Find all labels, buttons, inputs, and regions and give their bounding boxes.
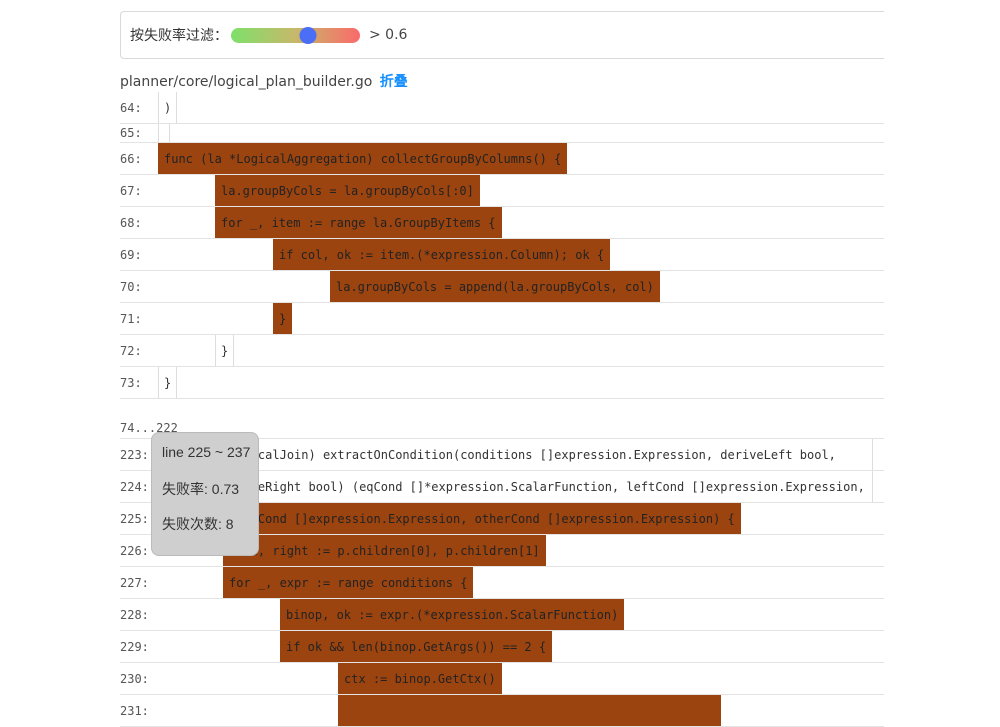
- tooltip-fail-count: 失败次数: 8: [162, 516, 234, 532]
- code-line: 227: for _, expr := range conditions {: [120, 567, 884, 599]
- code-line: 66: func (la *LogicalAggregation) collec…: [120, 143, 884, 175]
- line-number: 66:: [120, 151, 142, 166]
- file-path: planner/core/logical_plan_builder.go: [120, 74, 373, 90]
- line-number: 71:: [120, 311, 142, 326]
- code-line: 67: la.groupByCols = la.groupByCols[:0]: [120, 175, 884, 207]
- line-number: 231:: [120, 703, 149, 718]
- line-code: for _, expr := range conditions {: [223, 567, 474, 598]
- code-line: 68: for _, item := range la.GroupByItems…: [120, 207, 884, 239]
- line-number: 69:: [120, 247, 142, 262]
- line-number: 225:: [120, 511, 149, 526]
- code-view: 64: ) 65: 66: func (la *LogicalAggregati…: [120, 92, 884, 727]
- line-number: 229:: [120, 639, 149, 654]
- line-code: [338, 695, 721, 726]
- code-line: 228: binop, ok := expr.(*expression.Scal…: [120, 599, 884, 631]
- filter-label: 按失败率过滤：: [130, 28, 228, 44]
- line-number: 227:: [120, 575, 149, 590]
- code-line: 71: }: [120, 303, 884, 335]
- line-number: 68:: [120, 215, 142, 230]
- line-code: if col, ok := item.(*expression.Column);…: [273, 239, 611, 270]
- line-code: if ok && len(binop.GetArgs()) == 2 {: [280, 631, 553, 662]
- code-line: 229: if ok && len(binop.GetArgs()) == 2 …: [120, 631, 884, 663]
- code-line: 70: la.groupByCols = append(la.groupByCo…: [120, 271, 884, 303]
- slider-thumb[interactable]: [299, 26, 317, 44]
- line-code: }: [273, 303, 293, 334]
- line-number: 228:: [120, 607, 149, 622]
- line-code: func (p *LogicalJoin) extractOnCondition…: [158, 439, 873, 470]
- line-number: 73:: [120, 375, 142, 390]
- tooltip-range: line 225 ~ 237: [162, 444, 251, 460]
- line-number: 70:: [120, 279, 142, 294]
- line-code: binop, ok := expr.(*expression.ScalarFun…: [280, 599, 625, 630]
- line-number: 223:: [120, 447, 149, 462]
- line-code: deriveRight bool) (eqCond []*expression.…: [158, 471, 873, 502]
- line-code: [158, 124, 170, 142]
- line-code: la.groupByCols = la.groupByCols[:0]: [215, 175, 480, 206]
- tooltip-fail-rate: 失败率: 0.73: [162, 481, 240, 497]
- line-code: left, right := p.children[0], p.children…: [223, 535, 546, 566]
- code-line: 73: }: [120, 367, 884, 399]
- threshold-text: > 0.6: [369, 27, 408, 43]
- line-number: 230:: [120, 671, 149, 686]
- line-code: }: [215, 335, 235, 366]
- failure-rate-filter: 按失败率过滤： > 0.6: [120, 11, 884, 59]
- failure-tooltip: line 225 ~ 237 失败率: 0.73 失败次数: 8: [151, 432, 259, 556]
- code-line: 231:: [120, 695, 884, 727]
- line-code: }: [158, 367, 178, 398]
- code-line: 72: }: [120, 335, 884, 367]
- line-code: for _, item := range la.GroupByItems {: [215, 207, 502, 238]
- line-code: la.groupByCols = append(la.groupByCols, …: [330, 271, 660, 302]
- code-line: 64: ): [120, 92, 884, 124]
- code-line: 230: ctx := binop.GetCtx(): [120, 663, 884, 695]
- line-number: 67:: [120, 183, 142, 198]
- file-header: planner/core/logical_plan_builder.go 折叠: [120, 71, 408, 91]
- line-code: ctx := binop.GetCtx(): [338, 663, 502, 694]
- line-number: 226:: [120, 543, 149, 558]
- line-number: 64:: [120, 100, 142, 115]
- code-line: 69: if col, ok := item.(*expression.Colu…: [120, 239, 884, 271]
- line-number: 72:: [120, 343, 142, 358]
- line-code: ): [158, 92, 178, 123]
- fold-link[interactable]: 折叠: [380, 74, 408, 90]
- line-number: 224:: [120, 479, 149, 494]
- code-line: 65:: [120, 124, 884, 143]
- line-code: func (la *LogicalAggregation) collectGro…: [158, 143, 568, 174]
- line-number: 65:: [120, 126, 142, 140]
- failure-rate-slider[interactable]: [231, 26, 360, 44]
